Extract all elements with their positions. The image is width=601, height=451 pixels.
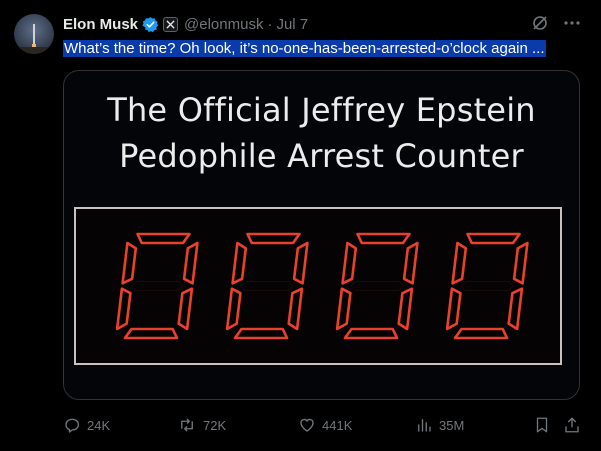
digit-segment-e (115, 287, 132, 331)
digit-segment-g (240, 281, 294, 291)
counter-digit (335, 232, 419, 340)
action-bar: 24K 72K 441K 35M (63, 414, 581, 436)
reply-icon (63, 416, 81, 434)
author-name[interactable]: Elon Musk (63, 16, 138, 33)
digit-segment-g (350, 281, 404, 291)
views-count: 35M (439, 417, 465, 433)
verified-badge-icon (142, 16, 159, 33)
digit-segment-a (136, 232, 191, 245)
tweet-text-selected: What’s the time? Oh look, it’s no-one-ha… (63, 40, 546, 57)
digit-segment-f (121, 241, 138, 285)
counter-digit (115, 232, 199, 340)
author-handle[interactable]: @elonmusk (184, 16, 263, 33)
more-icon[interactable] (563, 14, 581, 37)
share-button[interactable] (563, 416, 581, 434)
repost-button[interactable]: 72K (177, 416, 226, 434)
digit-segment-e (445, 287, 462, 331)
counter-digits (115, 232, 529, 340)
digit-segment-c (287, 287, 304, 331)
digit-segment-d (453, 327, 509, 340)
tweet: Elon Musk @elonmusk · Jul 7 What’s the t… (0, 0, 601, 451)
media-title-line1: The Official Jeffrey Epstein (107, 91, 536, 129)
reply-count: 24K (87, 417, 111, 433)
grok-icon[interactable] (531, 14, 549, 37)
avatar[interactable] (14, 14, 54, 54)
media-image[interactable]: The Official Jeffrey Epstein Pedophile A… (63, 70, 580, 400)
digit-segment-a (246, 232, 301, 245)
digit-segment-c (397, 287, 414, 331)
share-icon (563, 416, 581, 434)
digit-segment-f (341, 241, 358, 285)
repost-count: 72K (203, 417, 227, 433)
tweet-date[interactable]: Jul 7 (276, 16, 308, 33)
views-button[interactable]: 35M (415, 416, 464, 434)
digit-segment-b (512, 241, 529, 285)
digit-segment-d (233, 327, 289, 340)
digit-segment-d (343, 327, 399, 340)
digit-segment-f (231, 241, 248, 285)
digit-segment-b (182, 241, 199, 285)
counter-digit (445, 232, 529, 340)
reply-button[interactable]: 24K (63, 416, 110, 434)
digit-segment-c (177, 287, 194, 331)
like-button[interactable]: 441K (298, 416, 352, 434)
media-title-line2: Pedophile Arrest Counter (119, 137, 524, 175)
digit-segment-e (225, 287, 242, 331)
like-count: 441K (322, 417, 353, 433)
tweet-header: Elon Musk @elonmusk · Jul 7 (63, 14, 308, 34)
digit-segment-f (451, 241, 468, 285)
digit-segment-a (356, 232, 411, 245)
digit-segment-a (466, 232, 521, 245)
x-affiliate-icon[interactable] (163, 16, 179, 32)
counter-digit (225, 232, 309, 340)
tweet-text: What’s the time? Oh look, it’s no-one-ha… (63, 39, 546, 59)
bookmark-button[interactable] (533, 416, 551, 434)
bookmark-icon (533, 416, 551, 434)
digit-segment-b (402, 241, 419, 285)
digit-segment-e (335, 287, 352, 331)
separator-dot: · (267, 15, 273, 33)
counter-display: 0000 (74, 207, 562, 365)
digit-segment-c (507, 287, 524, 331)
digit-segment-g (460, 281, 514, 291)
digit-segment-g (130, 281, 184, 291)
repost-icon (177, 416, 197, 434)
top-right-actions (531, 14, 581, 37)
views-icon (415, 416, 433, 434)
like-icon (298, 416, 316, 434)
digit-segment-d (123, 327, 179, 340)
digit-segment-b (292, 241, 309, 285)
